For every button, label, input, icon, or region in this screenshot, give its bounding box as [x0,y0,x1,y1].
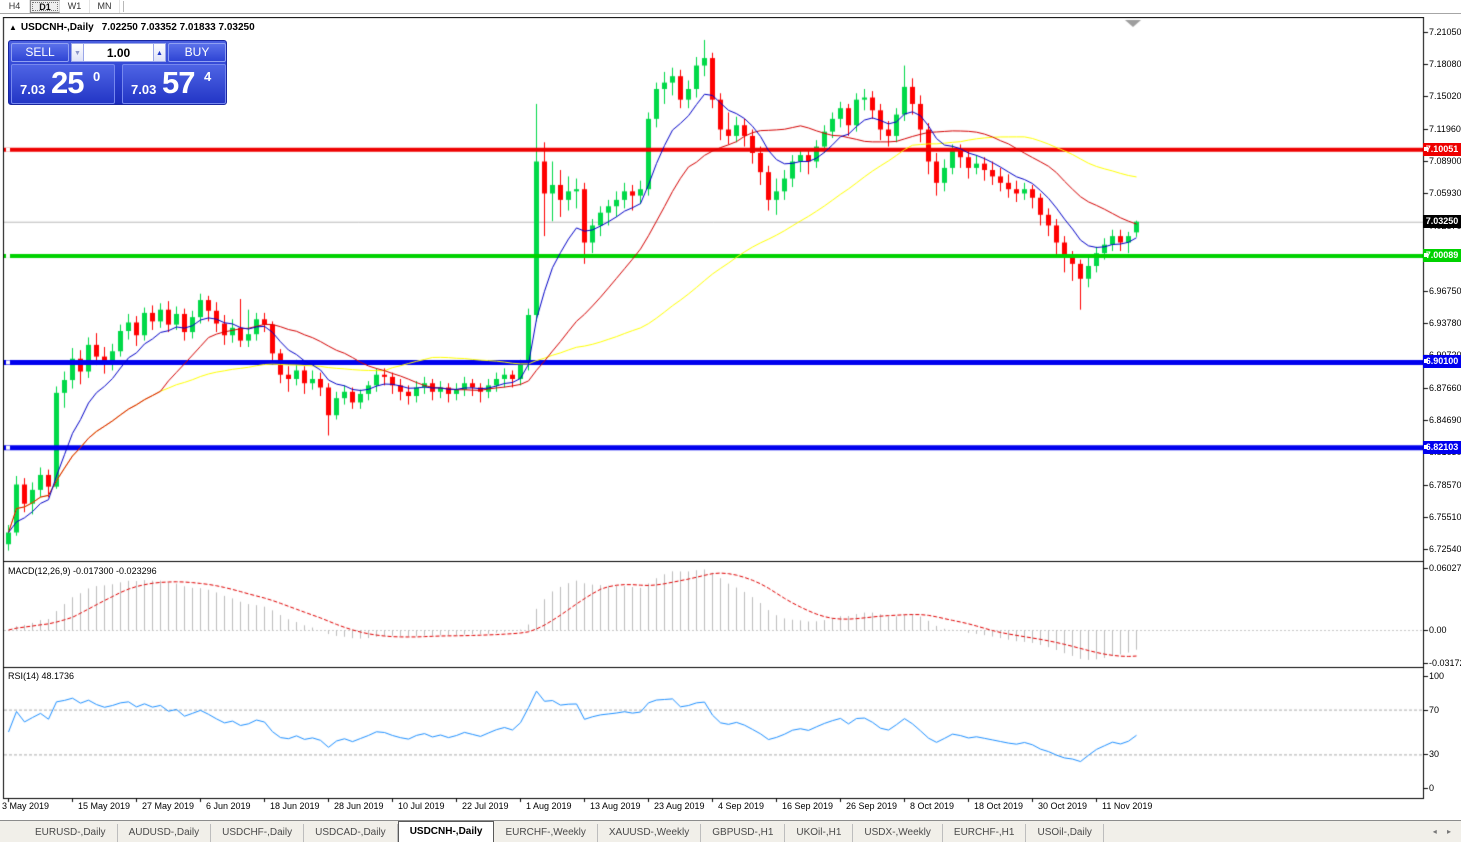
date-axis-label: 6 Jun 2019 [206,801,251,811]
chart-title: USDCNH-,Daily [21,22,94,33]
price-axis-tick: 6.75510 [1429,512,1461,522]
sell-price-sup: 0 [93,69,100,84]
date-axis-label: 1 Aug 2019 [526,801,572,811]
date-axis-label: 16 Sep 2019 [782,801,833,811]
price-chart-canvas[interactable] [0,17,1461,803]
sell-price-panel[interactable]: 7.03 25 0 [11,64,115,104]
price-axis-tick: 7.08900 [1429,156,1461,166]
rsi-indicator-label: RSI(14) 48.1736 [8,671,74,681]
macd-indicator-label: MACD(12,26,9) -0.017300 -0.023296 [8,566,157,576]
trading-app: H4D1W1MN ▲USDCNH-,Daily7.02250 7.03352 7… [0,0,1461,842]
date-axis-label: 15 May 2019 [78,801,130,811]
price-axis-tick: 7.18080 [1429,59,1461,69]
chart-tab-eurusd-daily[interactable]: EURUSD-,Daily [24,824,118,842]
chart-header: ▲ USDCNH-,Daily 7.02250 7.03352 7.01833 7.… [9,22,255,33]
chart-tab-ukoil-h1[interactable]: UKOil-,H1 [785,824,853,842]
chart-tab-xauusd-weekly[interactable]: XAUUSD-,Weekly [598,824,701,842]
chart-tab-audusd-daily[interactable]: AUDUSD-,Daily [118,824,212,842]
chart-tab-bar: EURUSD-,DailyAUDUSD-,DailyUSDCHF-,DailyU… [0,820,1461,842]
price-axis-tick: 7.11960 [1429,124,1461,134]
price-axis-tick: 7.15020 [1429,91,1461,101]
macd-scale-tick: 0.00 [1429,625,1447,635]
buy-price-big: 57 [162,65,194,101]
line-anchor-icon [1424,253,1428,257]
volume-increase-icon[interactable]: ▲ [153,43,166,62]
buy-price-small: 7.03 [131,82,156,97]
chart-window: ▲ USDCNH-,Daily 7.02250 7.03352 7.01833 7.… [0,0,1461,820]
price-axis-tick: 6.87660 [1429,383,1461,393]
macd-scale-tick: -0.031725 [1429,658,1461,668]
symbol-marker-icon: ▲ [9,23,17,32]
sell-price-small: 7.03 [20,82,45,97]
price-axis-tick: 7.05930 [1429,188,1461,198]
rsi-scale-tick: 70 [1429,705,1439,715]
macd-scale-tick: 0.060273 [1429,563,1461,573]
date-axis-label: 13 Aug 2019 [590,801,641,811]
date-axis-label: 28 Jun 2019 [334,801,384,811]
price-axis-tick: 6.78570 [1429,480,1461,490]
date-axis-label: 26 Sep 2019 [846,801,897,811]
chart-tab-usdchf-daily[interactable]: USDCHF-,Daily [211,824,304,842]
buy-price-panel[interactable]: 7.03 57 4 [122,64,226,104]
support-line-price-label: 7.00089 [1423,249,1461,262]
price-axis-tick: 6.93780 [1429,318,1461,328]
rsi-scale-tick: 30 [1429,749,1439,759]
price-axis-tick: 7.21050 [1429,27,1461,37]
date-axis-label: 3 May 2019 [2,801,49,811]
price-axis-tick: 6.96750 [1429,286,1461,296]
line-anchor-icon [1424,359,1428,363]
date-axis-label: 8 Oct 2019 [910,801,954,811]
date-axis-label: 22 Jul 2019 [462,801,509,811]
buy-button[interactable]: BUY [168,43,226,62]
date-axis-label: 11 Nov 2019 [1102,801,1152,811]
volume-decrease-icon[interactable]: ▼ [71,43,84,62]
chart-tab-usdcad-daily[interactable]: USDCAD-,Daily [304,824,398,842]
resistance-line-price-label: 7.10051 [1423,143,1461,156]
chart-tab-usoil-daily[interactable]: USOil-,Daily [1026,824,1103,842]
ohlc-values: 7.02250 7.03352 7.01833 7.03250 [102,22,255,33]
volume-input[interactable]: 1.00 [84,43,153,62]
one-click-trade-panel: SELL ▼ 1.00 ▲ BUY 7.03 25 0 7.03 57 4 [8,40,227,105]
date-axis-label: 30 Oct 2019 [1038,801,1087,811]
price-axis-tick: 6.84690 [1429,415,1461,425]
support-line-price-label: 6.90100 [1423,355,1461,368]
sell-price-big: 25 [51,65,83,101]
chart-tab-usdx-weekly[interactable]: USDX-,Weekly [853,824,943,842]
chart-tab-gbpusd-h1[interactable]: GBPUSD-,H1 [701,824,785,842]
price-axis-tick: 6.72540 [1429,544,1461,554]
support-line-price-label: 6.82103 [1423,441,1461,454]
chart-tab-eurchf-h1[interactable]: EURCHF-,H1 [943,824,1027,842]
rsi-scale-tick: 0 [1429,783,1434,793]
line-anchor-icon [1424,445,1428,449]
date-axis-label: 18 Jun 2019 [270,801,320,811]
date-axis-label: 23 Aug 2019 [654,801,705,811]
current-price-label: 7.03250 [1423,215,1461,228]
date-axis-label: 10 Jul 2019 [398,801,445,811]
tab-scroll-arrows-icon[interactable]: ◂ ▸ [1433,827,1455,836]
date-axis-label: 4 Sep 2019 [718,801,764,811]
date-axis-label: 27 May 2019 [142,801,194,811]
buy-price-sup: 4 [204,69,211,84]
chart-tab-usdcnh-daily[interactable]: USDCNH-,Daily [398,821,495,842]
chart-tab-eurchf-weekly[interactable]: EURCHF-,Weekly [494,824,597,842]
sell-button[interactable]: SELL [11,43,69,62]
date-axis-label: 18 Oct 2019 [974,801,1023,811]
rsi-scale-tick: 100 [1429,671,1444,681]
line-anchor-icon [1424,147,1428,151]
